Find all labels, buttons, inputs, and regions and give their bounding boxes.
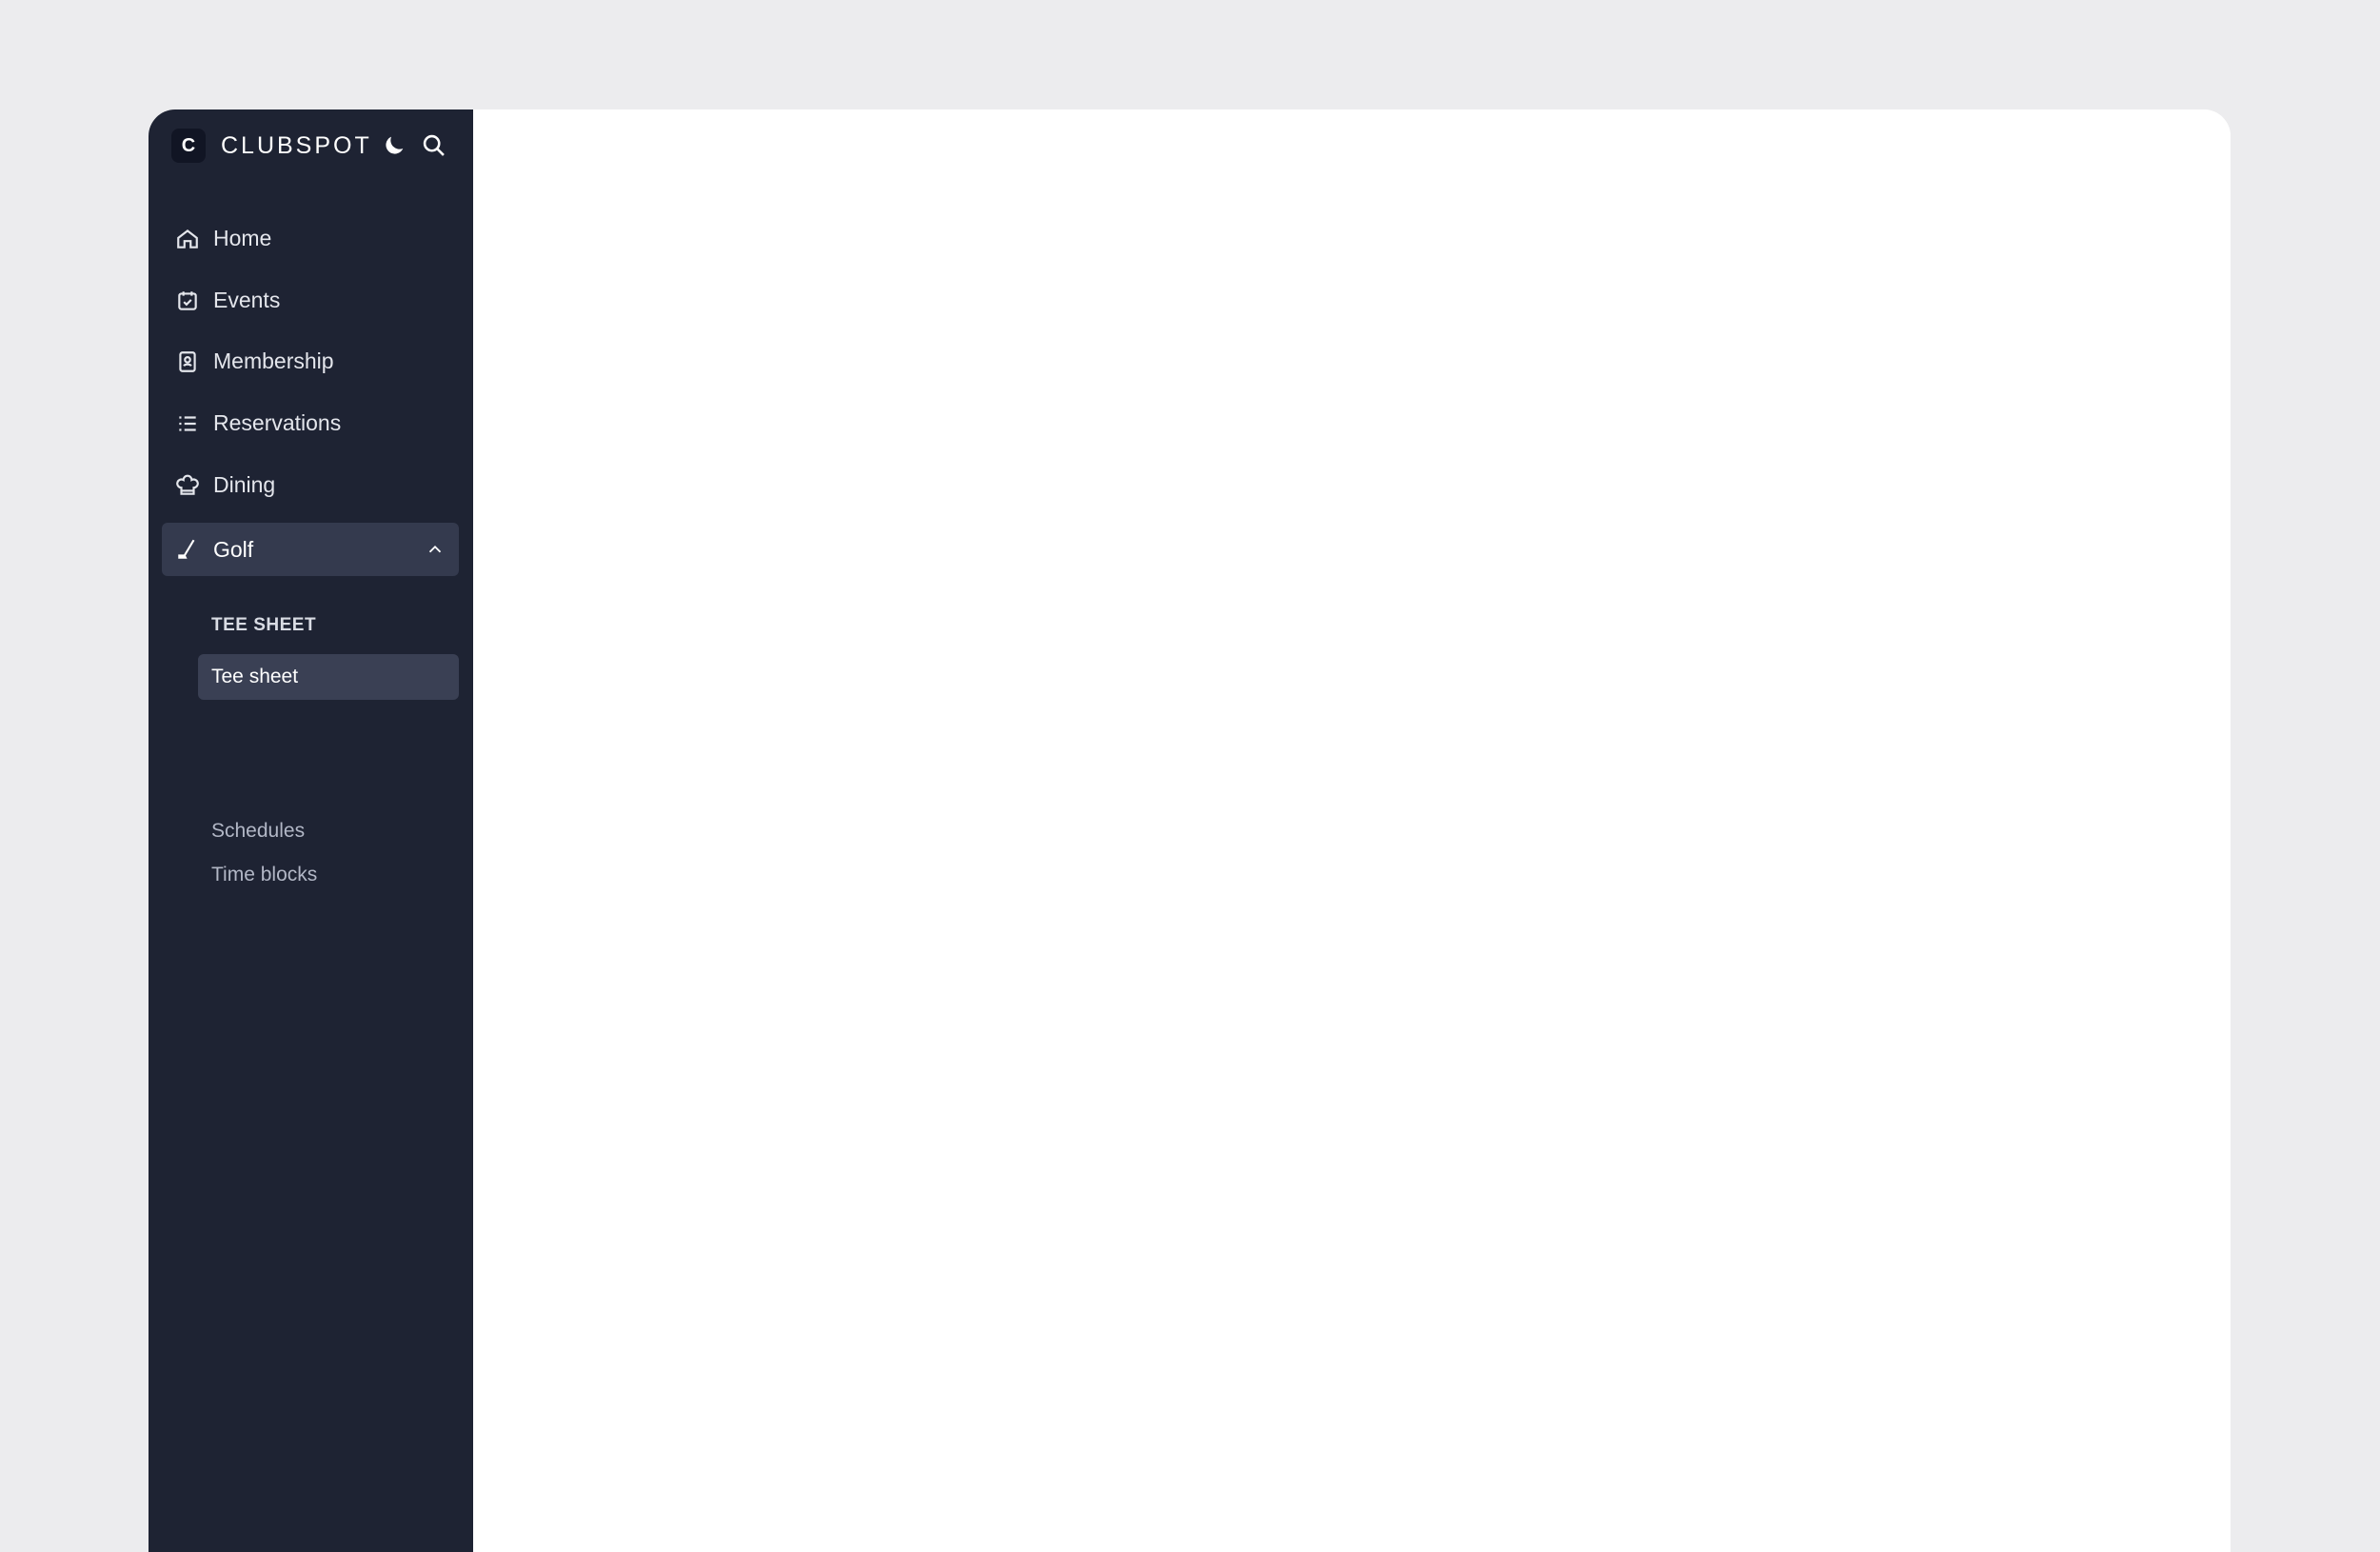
sub-schedules[interactable]: Schedules xyxy=(211,820,305,843)
golf-club-icon xyxy=(178,539,195,559)
nav-dining[interactable]: Dining xyxy=(175,472,275,498)
nav-home[interactable]: Home xyxy=(175,226,271,251)
id-card-icon xyxy=(179,350,196,372)
nav-events[interactable]: Events xyxy=(175,288,280,313)
moon-icon[interactable] xyxy=(381,132,407,159)
sub-time-blocks[interactable]: Time blocks xyxy=(211,864,317,886)
nav-label: Events xyxy=(213,288,281,312)
sidebar: C CLUBSPOT Home Events Membership Reserv… xyxy=(149,109,473,1552)
nav-label: Membership xyxy=(213,348,334,373)
nav-golf[interactable]: Golf xyxy=(162,523,459,576)
section-tee-sheet: TEE SHEET xyxy=(211,615,317,635)
home-icon xyxy=(177,229,198,249)
brand-name: CLUBSPOT xyxy=(221,131,372,159)
brand-logo: C xyxy=(171,129,206,163)
nav-membership[interactable]: Membership xyxy=(175,348,334,374)
nav-label: Dining xyxy=(213,472,276,497)
chef-hat-icon xyxy=(176,474,199,495)
nav-label: Reservations xyxy=(213,410,342,435)
search-icon[interactable] xyxy=(421,132,447,159)
list-icon xyxy=(179,415,196,431)
calendar-check-icon xyxy=(178,290,197,310)
chevron-up-icon xyxy=(428,545,442,553)
brand[interactable]: C CLUBSPOT xyxy=(171,127,372,165)
app-window: C CLUBSPOT Home Events Membership Reserv… xyxy=(149,109,2231,1552)
main-content xyxy=(473,109,2231,1552)
sub-tee-sheet[interactable]: Tee sheet xyxy=(198,654,459,700)
nav-reservations[interactable]: Reservations xyxy=(175,410,341,436)
nav-label: Home xyxy=(213,226,272,250)
nav-label: Golf xyxy=(213,536,254,562)
